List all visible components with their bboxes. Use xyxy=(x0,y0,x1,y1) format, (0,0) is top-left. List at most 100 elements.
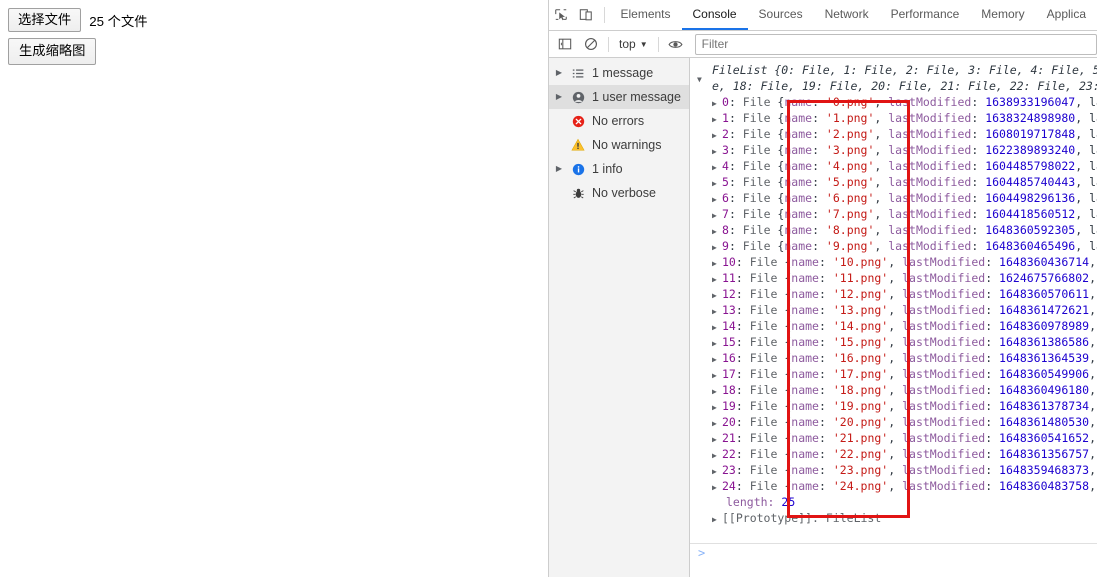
row-index: 17 xyxy=(722,367,736,381)
console-file-row[interactable]: ▶ 2: File {name: '2.png', lastModified: 1… xyxy=(690,126,1097,142)
tab-sources[interactable]: Sources xyxy=(748,0,814,30)
console-file-row[interactable]: ▶ 4: File {name: '4.png', lastModified: 1… xyxy=(690,158,1097,174)
row-name-value: '18.png' xyxy=(832,383,889,397)
expand-arrow-icon[interactable]: ▶ xyxy=(712,448,719,462)
expand-arrow-icon[interactable]: ▶ xyxy=(712,432,719,446)
console-file-row[interactable]: ▶ 14: File {name: '14.png', lastModified:… xyxy=(690,318,1097,334)
generate-thumbnail-button[interactable]: 生成缩略图 xyxy=(8,38,97,65)
expand-arrow-icon[interactable]: ▶ xyxy=(712,208,719,222)
console-file-row[interactable]: ▶ 16: File {name: '16.png', lastModified:… xyxy=(690,350,1097,366)
expand-arrow-icon[interactable]: ▶ xyxy=(712,128,719,142)
expand-arrow-icon[interactable]: ▶ xyxy=(712,464,719,478)
row-truncation: , xyxy=(1089,383,1096,397)
execution-context-selector[interactable]: top ▼ xyxy=(613,35,654,53)
tab-memory[interactable]: Memory xyxy=(970,0,1035,30)
expand-arrow-icon[interactable]: ▶ xyxy=(712,400,719,414)
filelist-length-row: length: 25 xyxy=(690,494,1097,510)
expand-arrow-icon[interactable]: ▶ xyxy=(712,112,719,126)
console-file-row[interactable]: ▶ 13: File {name: '13.png', lastModified:… xyxy=(690,302,1097,318)
console-file-row[interactable]: ▶ 1: File {name: '1.png', lastModified: 1… xyxy=(690,110,1097,126)
tab-console[interactable]: Console xyxy=(681,0,748,30)
row-name-value: '24.png' xyxy=(832,479,889,493)
row-name-value: '3.png' xyxy=(825,143,875,157)
collapse-arrow-icon[interactable]: ▼ xyxy=(697,72,702,88)
expand-arrow-icon[interactable]: ▶ xyxy=(712,256,719,270)
sidebar-item-all-messages[interactable]: ▶ 1 message xyxy=(549,61,689,85)
expand-arrow-icon[interactable]: ▶ xyxy=(712,368,719,382)
console-file-row[interactable]: ▶ 10: File {name: '10.png', lastModified:… xyxy=(690,254,1097,270)
expand-arrow-icon[interactable]: ▶ xyxy=(551,85,567,109)
row-lastmodified-key: lastModified xyxy=(888,223,972,237)
filelist-prototype-row[interactable]: ▶ [[Prototype]]: FileList xyxy=(690,510,1097,528)
tab-elements[interactable]: Elements xyxy=(609,0,681,30)
expand-arrow-icon[interactable]: ▶ xyxy=(712,336,719,350)
expand-arrow-icon[interactable]: ▶ xyxy=(712,384,719,398)
console-sidebar-toggle-icon[interactable] xyxy=(552,31,578,57)
expand-arrow-icon[interactable]: ▶ xyxy=(712,512,719,528)
expand-arrow-icon[interactable]: ▶ xyxy=(712,144,719,158)
console-file-row[interactable]: ▶ 18: File {name: '18.png', lastModified:… xyxy=(690,382,1097,398)
console-file-row[interactable]: ▶ 17: File {name: '17.png', lastModified:… xyxy=(690,366,1097,382)
expand-arrow-icon[interactable]: ▶ xyxy=(712,288,719,302)
row-lastmodified-key: lastModified xyxy=(902,447,986,461)
expand-arrow-icon[interactable]: ▶ xyxy=(712,352,719,366)
console-file-row[interactable]: ▶ 19: File {name: '19.png', lastModified:… xyxy=(690,398,1097,414)
console-file-row[interactable]: ▶ 6: File {name: '6.png', lastModified: 1… xyxy=(690,190,1097,206)
console-file-row[interactable]: ▶ 3: File {name: '3.png', lastModified: 1… xyxy=(690,142,1097,158)
expand-arrow-icon[interactable]: ▶ xyxy=(712,224,719,238)
row-name-key: name xyxy=(791,479,819,493)
console-file-row[interactable]: ▶ 5: File {name: '5.png', lastModified: 1… xyxy=(690,174,1097,190)
expand-arrow-icon[interactable]: ▶ xyxy=(712,96,719,110)
console-filter-input[interactable] xyxy=(694,33,1097,55)
expand-arrow-icon[interactable]: ▶ xyxy=(712,304,719,318)
row-index: 19 xyxy=(722,399,736,413)
row-name-value: '12.png' xyxy=(832,287,889,301)
sidebar-item-warnings[interactable]: No warnings xyxy=(549,133,689,157)
row-lastmodified-value: 1648360570611 xyxy=(999,287,1090,301)
console-file-row[interactable]: ▶ 15: File {name: '15.png', lastModified:… xyxy=(690,334,1097,350)
clear-console-icon[interactable] xyxy=(578,31,604,57)
tab-performance[interactable]: Performance xyxy=(880,0,971,30)
sidebar-item-verbose[interactable]: No verbose xyxy=(549,181,689,205)
expand-arrow-icon[interactable]: ▶ xyxy=(551,61,567,85)
row-truncation: , la xyxy=(1075,127,1097,141)
console-file-row[interactable]: ▶ 0: File {name: '0.png', lastModified: 1… xyxy=(690,94,1097,110)
row-truncation: , xyxy=(1089,255,1096,269)
sidebar-item-errors[interactable]: No errors xyxy=(549,109,689,133)
console-file-row[interactable]: ▶ 24: File {name: '24.png', lastModified:… xyxy=(690,478,1097,494)
row-constructor: File xyxy=(749,287,778,301)
tab-network[interactable]: Network xyxy=(814,0,880,30)
console-file-row[interactable]: ▶ 22: File {name: '22.png', lastModified:… xyxy=(690,446,1097,462)
prototype-value: FileList xyxy=(825,511,882,525)
console-file-row[interactable]: ▶ 7: File {name: '7.png', lastModified: 1… xyxy=(690,206,1097,222)
console-file-row[interactable]: ▶ 9: File {name: '9.png', lastModified: 1… xyxy=(690,238,1097,254)
console-file-row[interactable]: ▶ 8: File {name: '8.png', lastModified: 1… xyxy=(690,222,1097,238)
sidebar-item-info[interactable]: ▶ 1 info xyxy=(549,157,689,181)
tab-application[interactable]: Applica xyxy=(1036,0,1097,30)
live-expression-eye-icon[interactable] xyxy=(663,31,689,57)
row-lastmodified-value: 1648360592305 xyxy=(985,223,1076,237)
expand-arrow-icon[interactable]: ▶ xyxy=(712,160,719,174)
device-toolbar-icon[interactable] xyxy=(574,0,599,30)
console-file-row[interactable]: ▶ 23: File {name: '23.png', lastModified:… xyxy=(690,462,1097,478)
expand-arrow-icon[interactable]: ▶ xyxy=(712,416,719,430)
row-lastmodified-key: lastModified xyxy=(902,255,986,269)
screenshot-root: 选择文件 25 个文件 生成缩略图 Elements Console Sourc… xyxy=(0,0,1097,577)
choose-file-button[interactable]: 选择文件 xyxy=(8,8,82,32)
expand-arrow-icon[interactable]: ▶ xyxy=(551,157,567,181)
console-prompt[interactable]: > xyxy=(690,544,705,562)
sidebar-item-user-messages[interactable]: ▶ 1 user message xyxy=(549,85,689,109)
console-file-row[interactable]: ▶ 11: File {name: '11.png', lastModified:… xyxy=(690,270,1097,286)
expand-arrow-icon[interactable]: ▶ xyxy=(712,480,719,494)
expand-arrow-icon[interactable]: ▶ xyxy=(712,176,719,190)
expand-arrow-icon[interactable]: ▶ xyxy=(712,240,719,254)
expand-arrow-icon[interactable]: ▶ xyxy=(712,272,719,286)
console-file-row[interactable]: ▶ 12: File {name: '12.png', lastModified:… xyxy=(690,286,1097,302)
row-index: 0 xyxy=(722,95,729,109)
console-file-row[interactable]: ▶ 20: File {name: '20.png', lastModified:… xyxy=(690,414,1097,430)
expand-arrow-icon[interactable]: ▶ xyxy=(712,320,719,334)
expand-arrow-icon[interactable]: ▶ xyxy=(712,192,719,206)
row-lastmodified-value: 1648360549906 xyxy=(999,367,1090,381)
console-file-row[interactable]: ▶ 21: File {name: '21.png', lastModified:… xyxy=(690,430,1097,446)
inspect-element-icon[interactable] xyxy=(549,0,574,30)
